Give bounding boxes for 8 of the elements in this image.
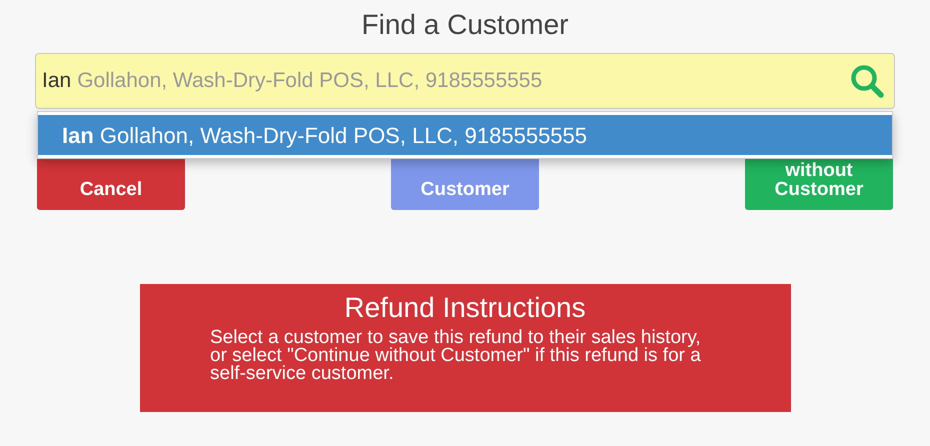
instructions-text: Select a customer to save this refund to their sales history, or select "Continue without Customer" if this refund is for a self-service customer. xyxy=(210,329,702,383)
search-field[interactable]: Ian Gollahon, Wash-Dry-Fold POS, LLC, 9185555555 xyxy=(35,53,895,109)
search-icon[interactable] xyxy=(850,64,884,98)
suggestion-item[interactable]: Ian Gollahon, Wash-Dry-Fold POS, LLC, 9185555555 xyxy=(38,115,892,155)
page-title: Find a Customer xyxy=(362,8,568,42)
instructions-title: Refund Instructions xyxy=(344,291,586,325)
autocomplete-hint: Gollahon, Wash-Dry-Fold POS, LLC, 9185555555 xyxy=(77,68,542,94)
search-value: Ian xyxy=(42,68,72,94)
